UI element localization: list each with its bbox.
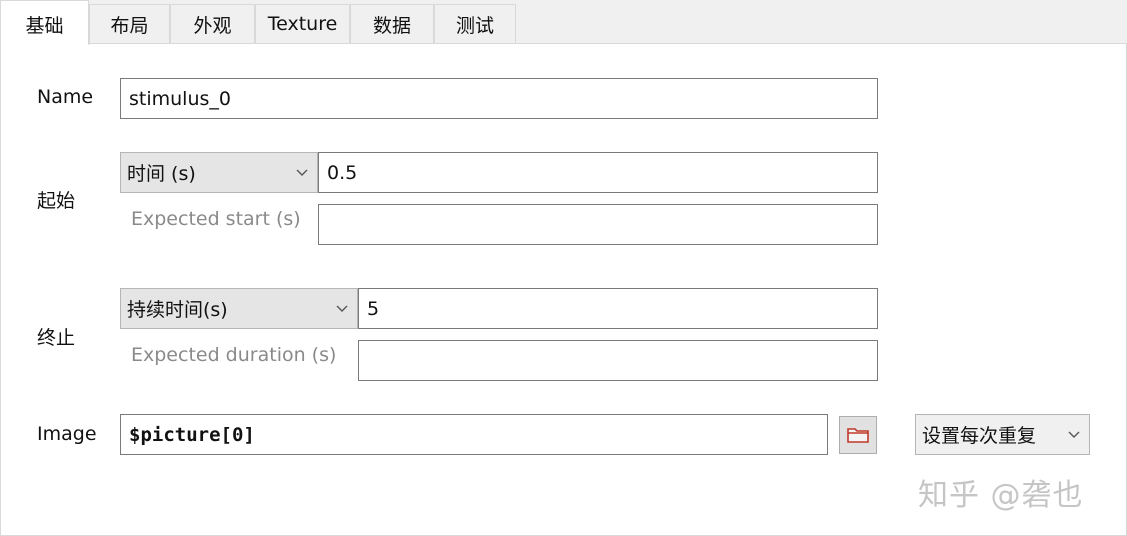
tab-basic[interactable]: 基础: [0, 0, 89, 45]
properties-dialog: 基础 布局 外观 Texture 数据 测试 Name stimulus_0 起…: [0, 0, 1127, 536]
tab-appearance[interactable]: 外观: [170, 4, 255, 43]
tab-texture-label: Texture: [267, 13, 338, 35]
expected-duration-label: Expected duration (s): [131, 344, 337, 366]
start-label: 起始: [37, 190, 76, 212]
tab-data-label: 数据: [372, 14, 411, 37]
start-type-dropdown[interactable]: 时间 (s): [120, 152, 318, 193]
name-label: Name: [37, 86, 94, 108]
watermark-text: 知乎 @砻也: [918, 478, 1084, 513]
browse-image-button[interactable]: [839, 416, 877, 454]
image-path-input[interactable]: $picture[0]: [120, 414, 828, 455]
tab-testing-label: 测试: [455, 14, 494, 37]
tab-layout-label: 布局: [110, 14, 149, 37]
tab-texture[interactable]: Texture: [255, 4, 350, 43]
start-value-input[interactable]: 0.5: [318, 152, 878, 193]
chevron-down-icon: [1068, 431, 1080, 438]
stop-type-dropdown[interactable]: 持续时间(s): [120, 288, 358, 329]
chevron-down-icon: [296, 169, 308, 176]
chevron-down-icon: [336, 305, 348, 312]
stop-value-input[interactable]: 5: [358, 288, 878, 329]
stop-label: 终止: [37, 327, 76, 349]
repeat-mode-dropdown[interactable]: 设置每次重复: [915, 414, 1090, 455]
tab-bar: 基础 布局 外观 Texture 数据 测试: [0, 0, 1127, 45]
stop-type-value: 持续时间(s): [127, 299, 228, 321]
tab-layout[interactable]: 布局: [89, 4, 170, 43]
tab-data[interactable]: 数据: [350, 4, 434, 43]
expected-start-label: Expected start (s): [131, 208, 301, 230]
tab-appearance-label: 外观: [193, 14, 232, 37]
name-input[interactable]: stimulus_0: [120, 78, 878, 119]
image-label: Image: [37, 423, 97, 445]
start-type-value: 时间 (s): [127, 163, 196, 185]
folder-icon: [847, 428, 869, 443]
expected-start-input[interactable]: [318, 204, 878, 245]
repeat-mode-value: 设置每次重复: [922, 425, 1037, 447]
tab-basic-label: 基础: [25, 15, 64, 37]
expected-duration-input[interactable]: [358, 340, 878, 381]
tab-testing[interactable]: 测试: [434, 4, 516, 43]
